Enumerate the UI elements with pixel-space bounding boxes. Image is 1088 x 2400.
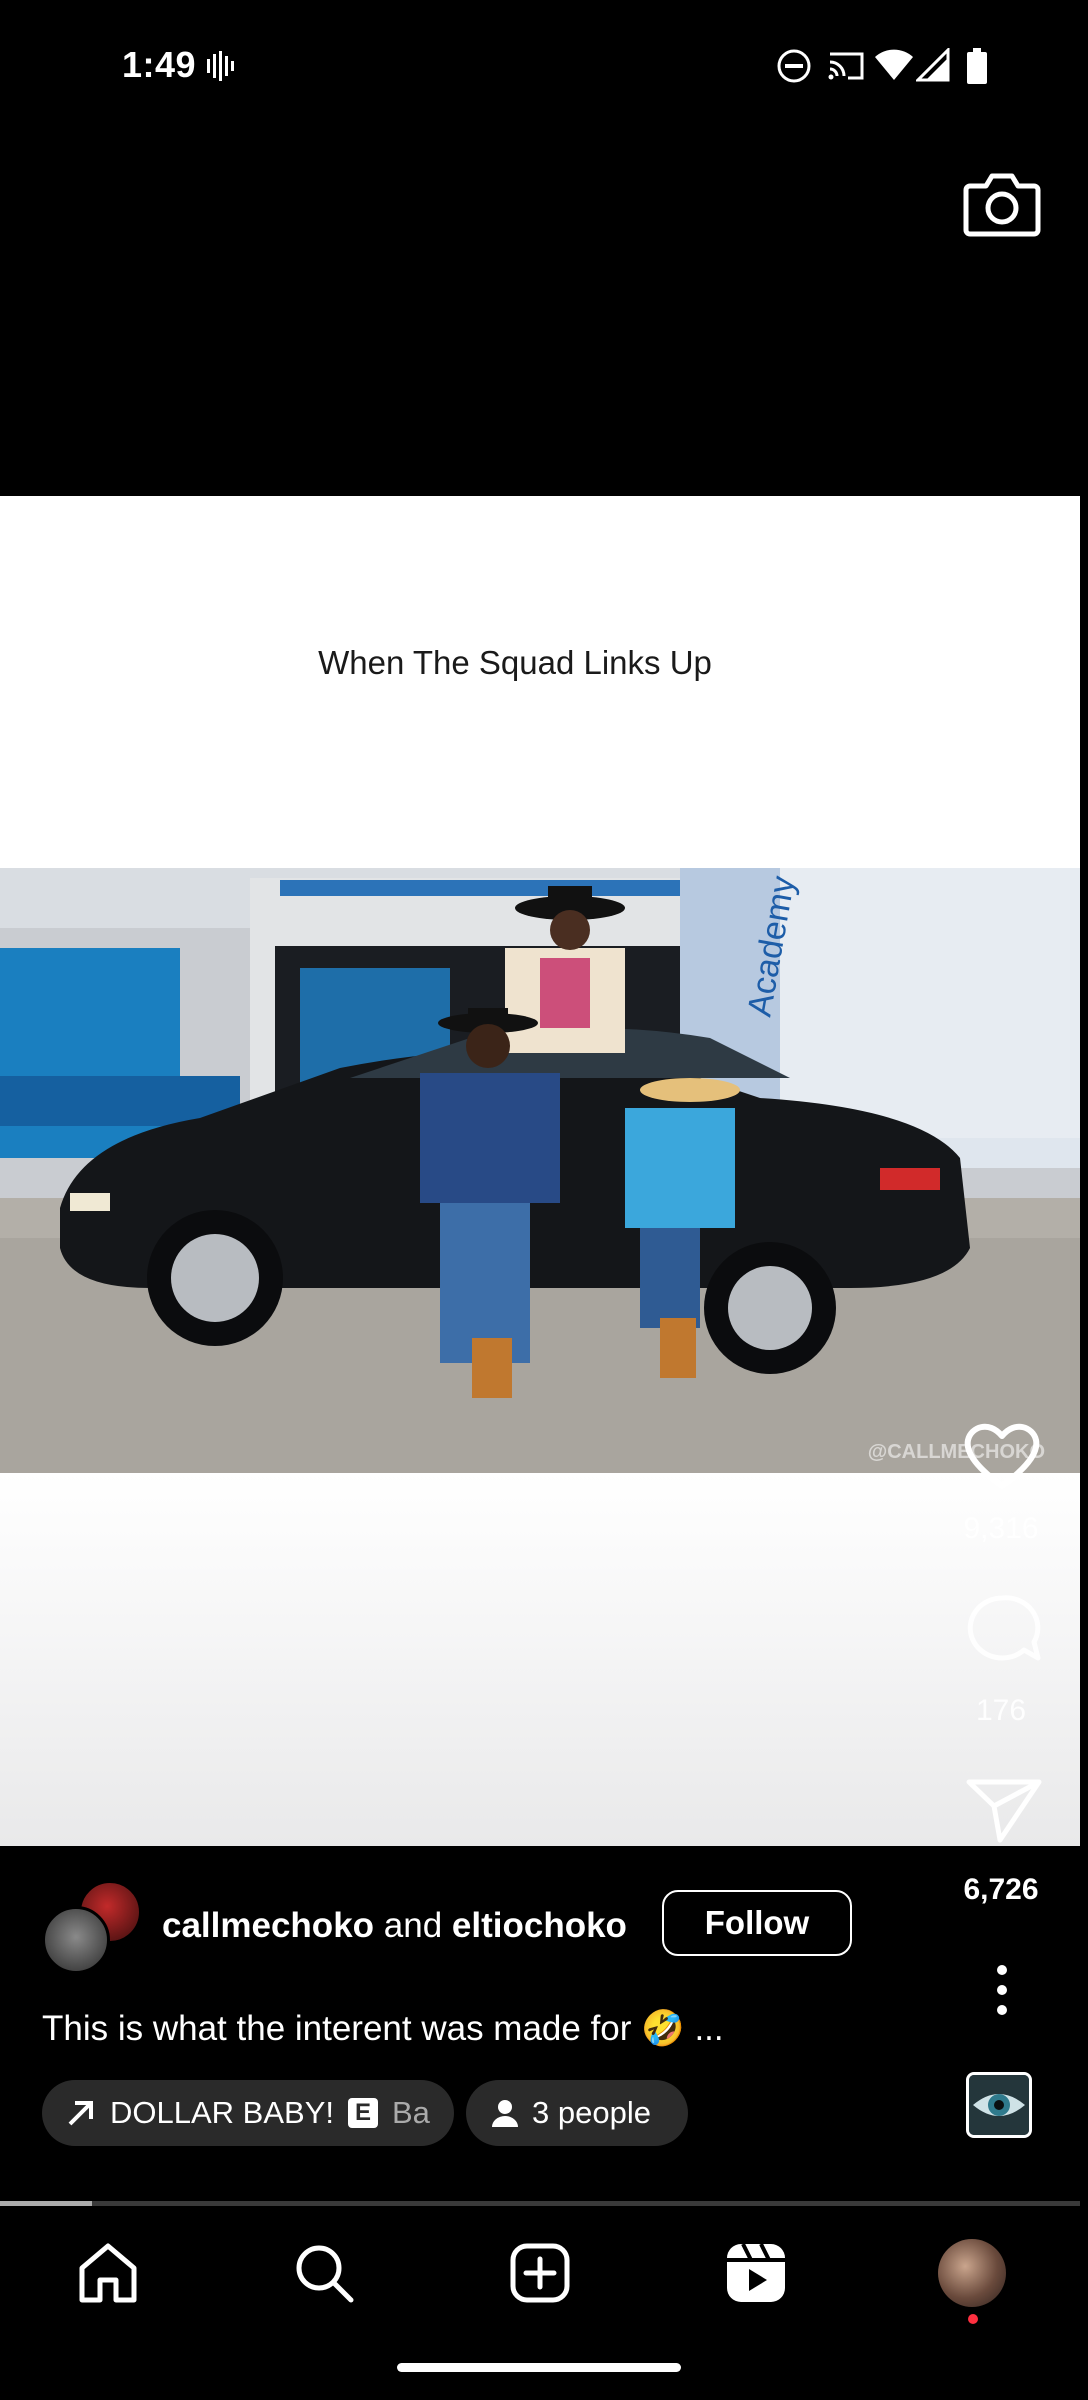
avatar-callmechoko	[42, 1906, 110, 1974]
arrow-up-right-icon	[68, 2101, 93, 2126]
battery-icon	[967, 48, 987, 84]
share-button[interactable]	[966, 1778, 1042, 1844]
audio-chip[interactable]: DOLLAR BABY! E Ba	[42, 2080, 454, 2146]
comment-button[interactable]	[962, 1592, 1042, 1666]
comment-icon	[967, 1595, 1041, 1661]
nav-reels[interactable]	[716, 2238, 796, 2308]
comment-count: 176	[975, 1694, 1027, 1727]
author-avatars[interactable]	[42, 1880, 142, 1974]
gesture-home-indicator[interactable]	[397, 2363, 681, 2372]
post-caption[interactable]: This is what the interent was made for 🤣…	[42, 2008, 724, 2049]
tagged-people-label: 3 people	[532, 2095, 651, 2130]
author-username-1[interactable]: callmechoko	[162, 1906, 374, 1945]
more-options-button[interactable]	[986, 1960, 1018, 2020]
status-bar: 1:49	[0, 0, 1088, 130]
follow-button[interactable]: Follow	[662, 1890, 852, 1956]
wifi-icon	[875, 49, 913, 80]
profile-avatar	[938, 2239, 1006, 2307]
video-letterbox-bottom	[0, 1473, 1080, 1846]
nav-search[interactable]	[284, 2238, 364, 2308]
playback-progress-fill	[0, 2201, 92, 2206]
search-icon	[296, 2245, 354, 2303]
camera-icon	[963, 173, 1041, 237]
send-icon	[966, 1779, 1042, 1843]
status-time: 1:49	[122, 44, 197, 85]
heart-icon	[964, 1423, 1040, 1489]
camera-button[interactable]	[962, 168, 1042, 240]
audio-artist: Ba	[391, 2095, 430, 2130]
nav-profile[interactable]	[932, 2238, 1012, 2308]
notification-dot	[968, 2314, 978, 2324]
like-count: 9,316	[963, 1512, 1039, 1545]
author-username-2[interactable]: eltiochoko	[452, 1906, 627, 1945]
nav-home[interactable]	[68, 2238, 148, 2308]
audio-thumbnail[interactable]	[966, 2072, 1032, 2138]
video-caption-text: When The Squad Links Up	[318, 644, 712, 681]
explicit-badge: E	[347, 2098, 378, 2128]
signal-icon	[916, 48, 950, 82]
video-player[interactable]: When The Squad Links Up Academy @CALLMEC…	[0, 496, 1080, 1846]
share-count: 6,726	[963, 1873, 1039, 1906]
cast-icon	[828, 52, 864, 80]
playback-progress-track[interactable]	[0, 2201, 1080, 2206]
nav-create[interactable]	[500, 2238, 580, 2308]
more-vertical-icon	[997, 1965, 1007, 2015]
video-frame-image: Academy @CALLMECHOKO	[0, 868, 1080, 1473]
author-joiner: and	[383, 1906, 443, 1945]
reels-icon	[727, 2243, 785, 2302]
author-names[interactable]: callmechoko and eltiochoko	[162, 1906, 627, 1946]
eye-icon	[969, 2075, 1029, 2135]
create-icon	[510, 2243, 570, 2303]
do-not-disturb-icon	[777, 49, 811, 83]
tagged-people-chip[interactable]: 3 people	[466, 2080, 688, 2146]
vibrate-icon	[207, 51, 234, 81]
person-icon	[492, 2100, 518, 2127]
audio-title: DOLLAR BABY!	[110, 2095, 334, 2130]
like-button[interactable]	[962, 1418, 1042, 1492]
home-icon	[79, 2243, 137, 2303]
